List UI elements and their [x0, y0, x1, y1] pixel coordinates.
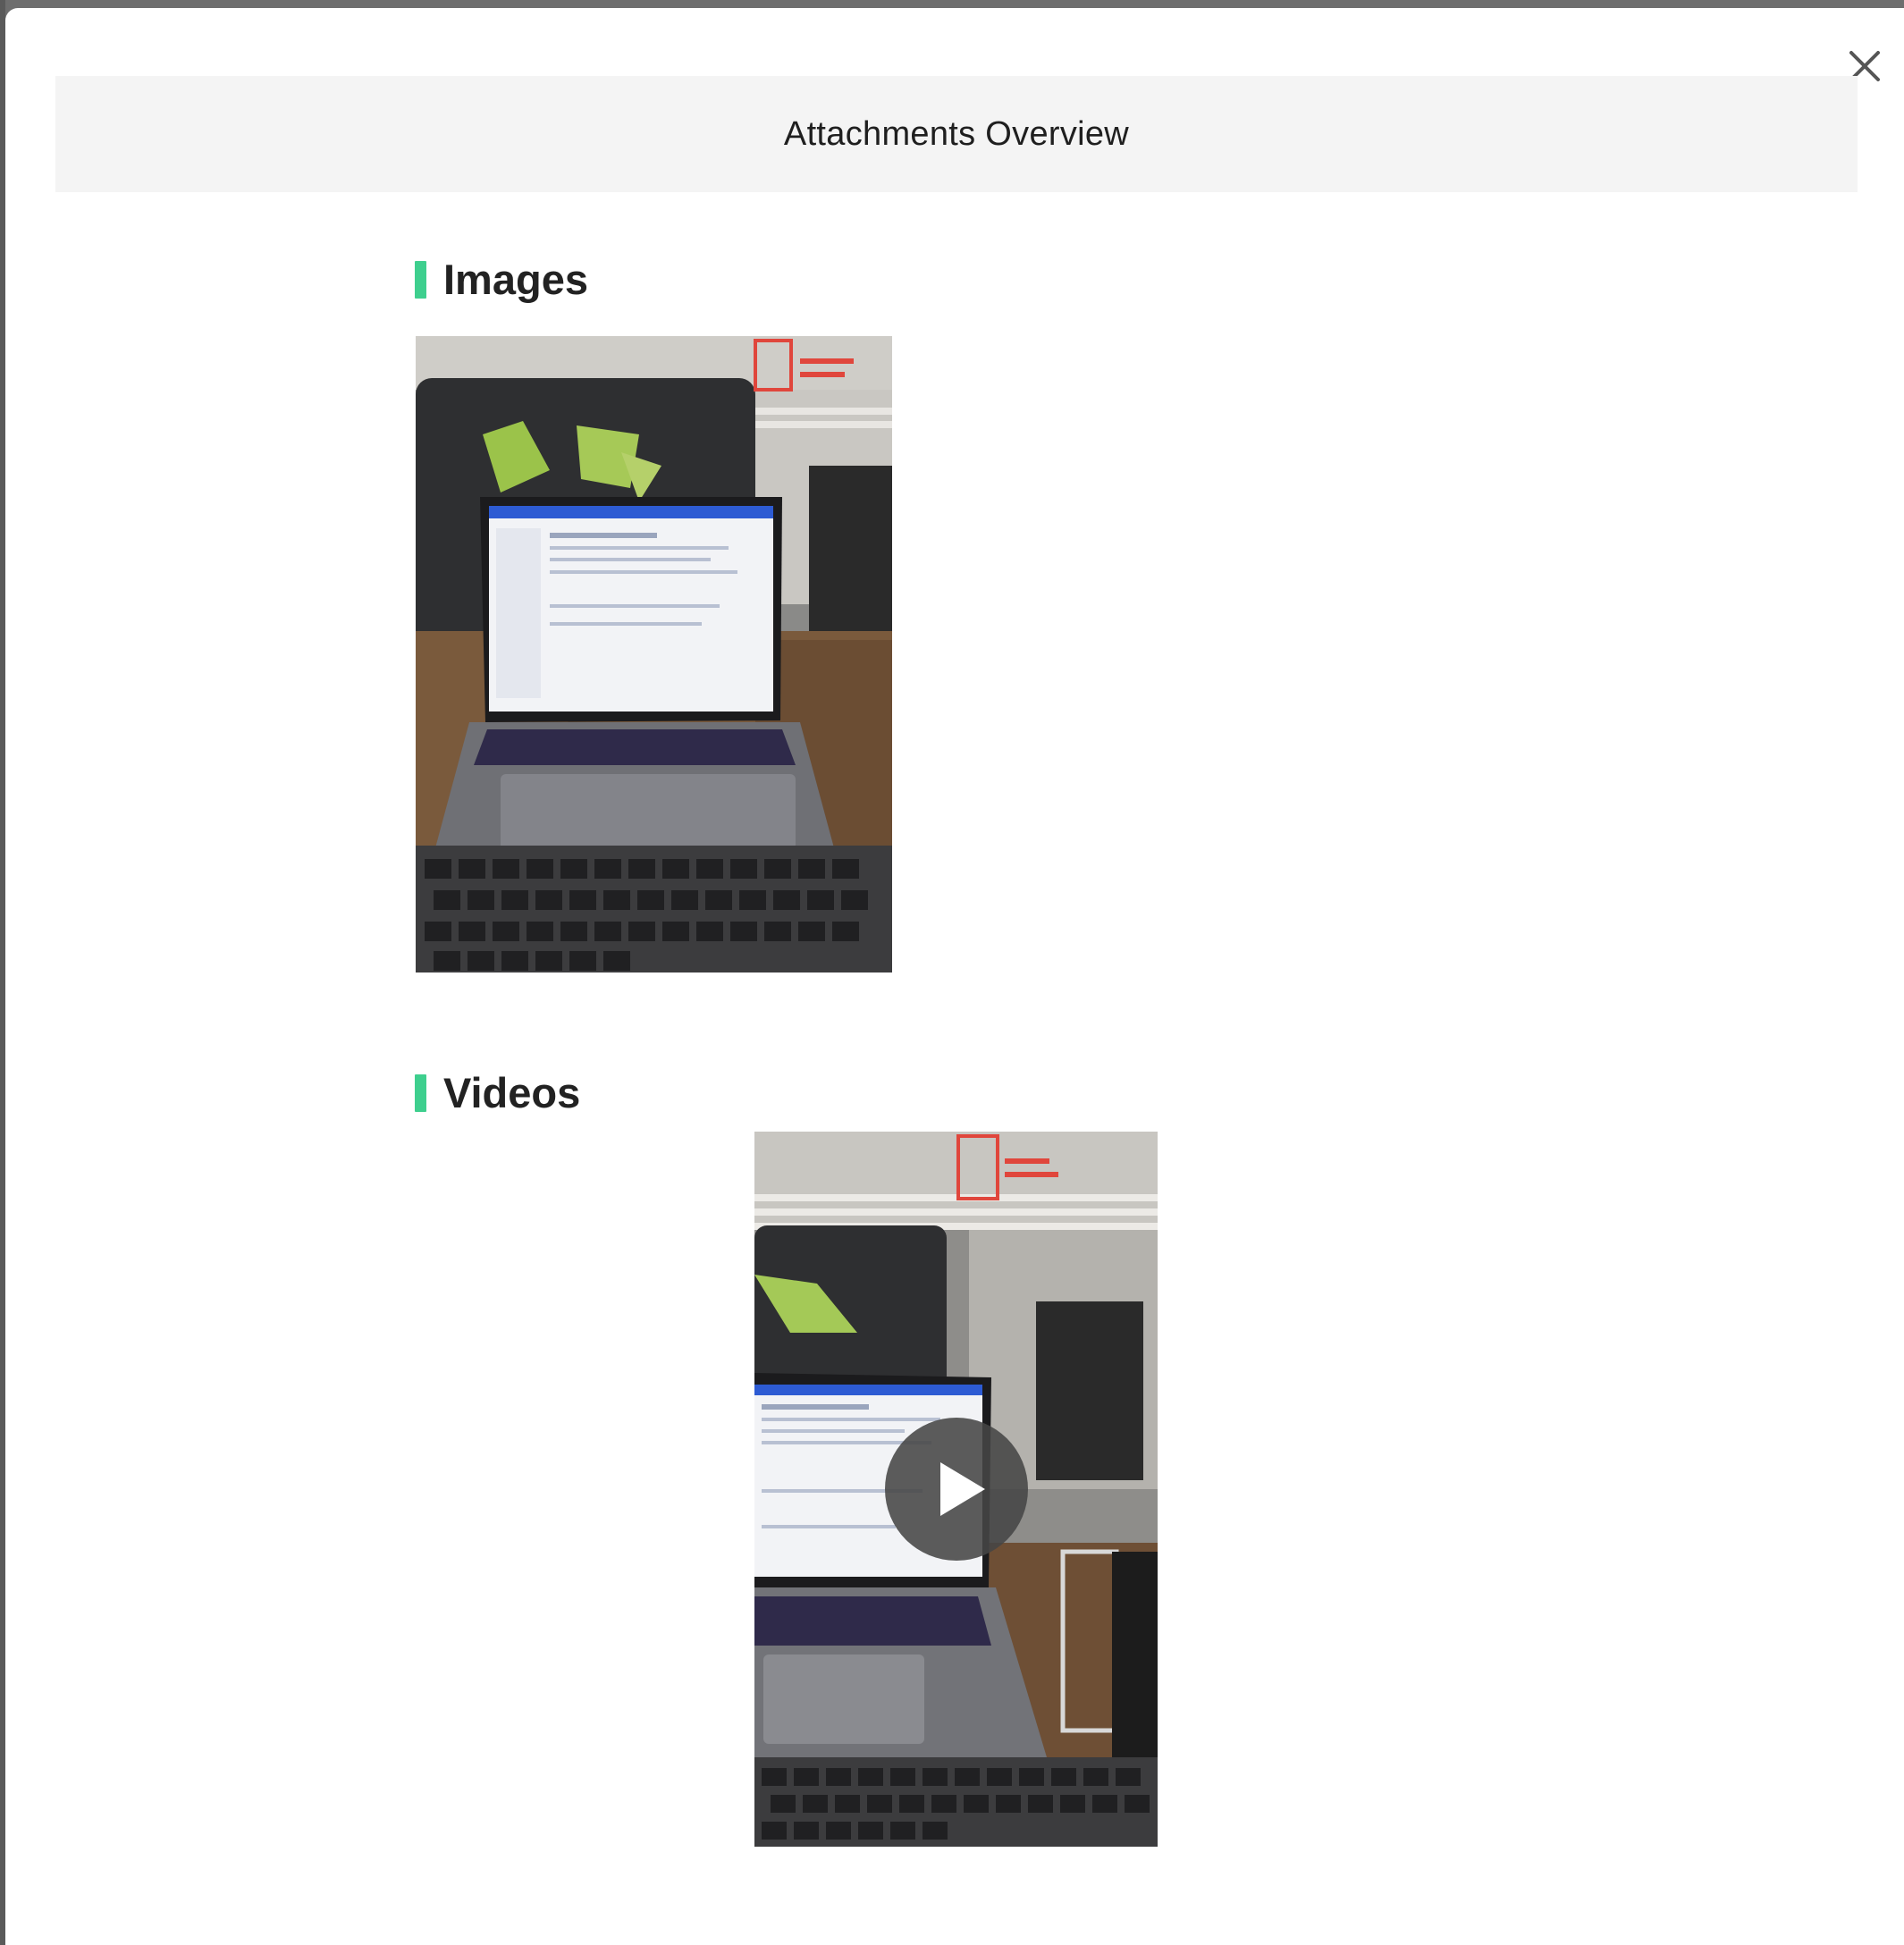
- attachments-modal: Attachments Overview Images Videos: [5, 8, 1904, 1945]
- videos-section-heading: Videos: [415, 1068, 580, 1117]
- video-thumbnail[interactable]: [754, 1132, 1158, 1847]
- image-thumbnail[interactable]: [416, 336, 892, 972]
- videos-section-title: Videos: [443, 1069, 581, 1116]
- section-accent-bar: [415, 260, 426, 299]
- photo-thumbnail-icon: [416, 336, 892, 972]
- play-icon: [940, 1462, 985, 1516]
- images-section-heading: Images: [415, 255, 588, 304]
- play-button[interactable]: [885, 1418, 1028, 1561]
- modal-header: Attachments Overview: [55, 76, 1858, 192]
- section-accent-bar: [415, 1074, 426, 1112]
- images-section-title: Images: [443, 256, 588, 303]
- modal-title: Attachments Overview: [783, 114, 1130, 153]
